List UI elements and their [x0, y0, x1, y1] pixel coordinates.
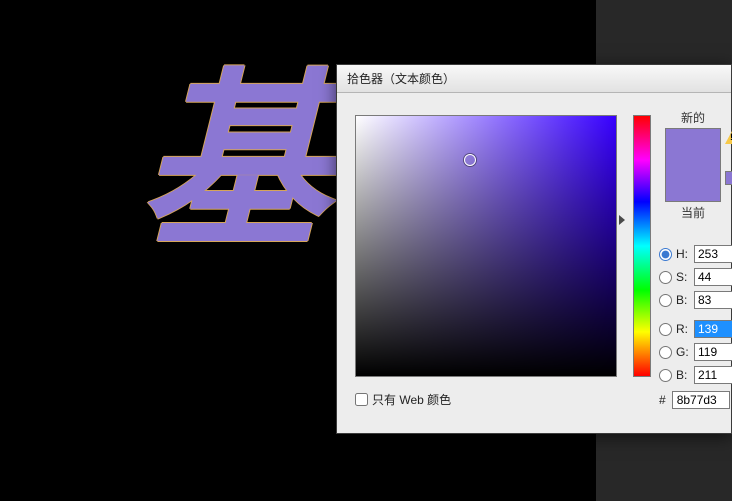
- hex-prefix: #: [659, 393, 666, 407]
- input-b2[interactable]: [694, 366, 732, 384]
- swatch-new-label: 新的: [665, 109, 721, 126]
- row-b2: B:: [659, 366, 732, 384]
- input-r[interactable]: [694, 320, 732, 338]
- input-g[interactable]: [694, 343, 732, 361]
- gamut-closest-swatch[interactable]: [725, 171, 732, 185]
- label-s: S:: [676, 270, 694, 284]
- swatch-group: 新的 当前: [665, 109, 721, 221]
- preview-glyph: 基: [140, 70, 330, 260]
- row-s: S:: [659, 268, 732, 286]
- radio-h[interactable]: [659, 248, 672, 261]
- label-b2: B:: [676, 368, 694, 382]
- value-fields: H: S: B: R: G:: [659, 245, 732, 389]
- input-h[interactable]: [694, 245, 732, 263]
- web-only-checkbox[interactable]: [355, 393, 368, 406]
- gamut-warning-icon[interactable]: [725, 131, 732, 144]
- color-swatch[interactable]: [665, 128, 721, 202]
- dialog-body: 新的 当前 H: S: B:: [337, 93, 731, 433]
- radio-b[interactable]: [659, 294, 672, 307]
- web-only-label: 只有 Web 颜色: [372, 391, 451, 408]
- radio-r[interactable]: [659, 323, 672, 336]
- input-s[interactable]: [694, 268, 732, 286]
- label-h: H:: [676, 247, 694, 261]
- web-only-row[interactable]: 只有 Web 颜色: [355, 391, 451, 408]
- row-h: H:: [659, 245, 732, 263]
- swatch-current-label: 当前: [665, 204, 721, 221]
- hue-slider[interactable]: [633, 115, 651, 377]
- radio-g[interactable]: [659, 346, 672, 359]
- radio-b2[interactable]: [659, 369, 672, 382]
- swatch-current: [666, 165, 720, 201]
- row-b: B:: [659, 291, 732, 309]
- hex-row: #: [659, 391, 730, 409]
- dialog-title: 拾色器（文本颜色）: [347, 70, 455, 87]
- hex-input[interactable]: [672, 391, 730, 409]
- row-r: R:: [659, 320, 732, 338]
- row-g: G:: [659, 343, 732, 361]
- input-b[interactable]: [694, 291, 732, 309]
- swatch-new: [666, 129, 720, 165]
- label-r: R:: [676, 322, 694, 336]
- label-g: G:: [676, 345, 694, 359]
- radio-s[interactable]: [659, 271, 672, 284]
- label-b: B:: [676, 293, 694, 307]
- color-picker-dialog: 拾色器（文本颜色） 新的 当前 H: S:: [336, 64, 732, 434]
- dialog-titlebar[interactable]: 拾色器（文本颜色）: [337, 65, 731, 93]
- hue-pointer-icon: [619, 215, 625, 225]
- saturation-value-field[interactable]: [355, 115, 617, 377]
- sv-cursor: [464, 154, 476, 166]
